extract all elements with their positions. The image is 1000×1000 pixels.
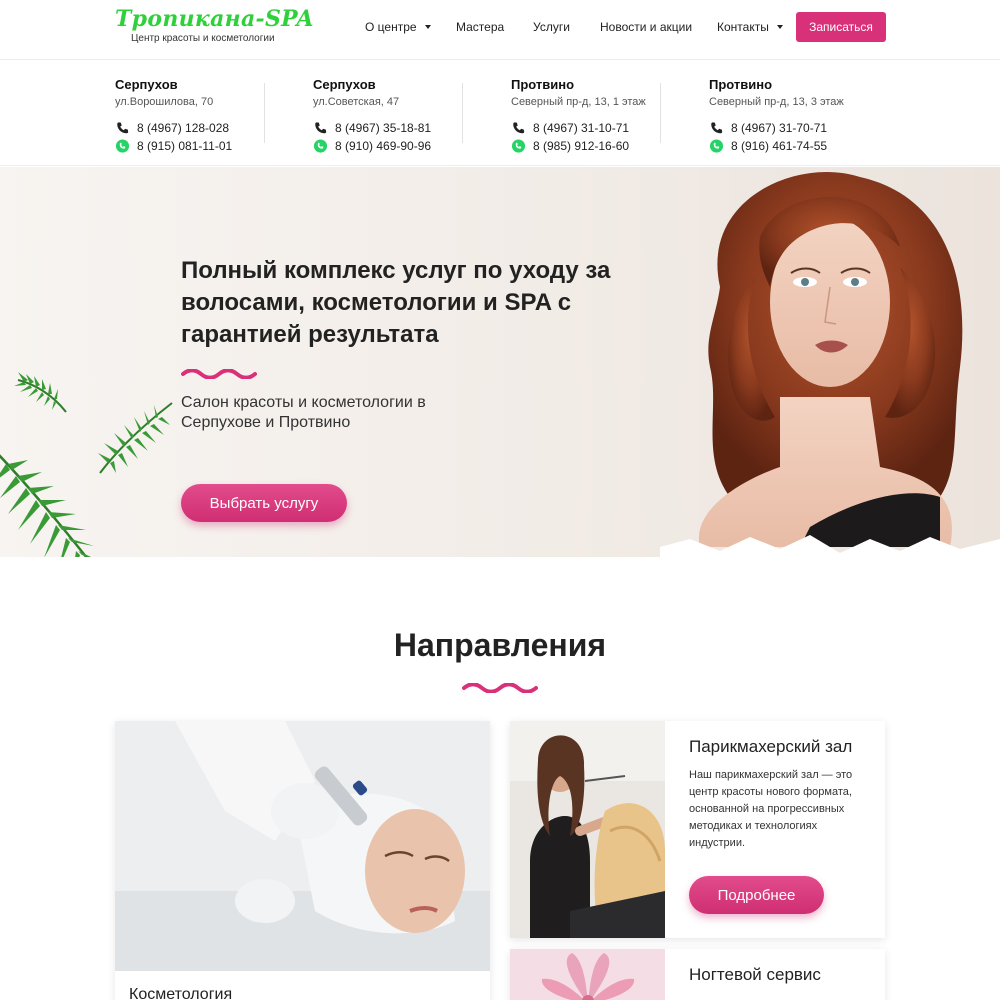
phone-number: 8 (4967) 31-70-71	[731, 121, 828, 135]
divider	[264, 83, 265, 143]
logo[interactable]: Тропикана-SPA Центр красоты и косметолог…	[115, 6, 314, 50]
more-button[interactable]: Подробнее	[689, 876, 824, 914]
whatsapp-icon	[709, 139, 724, 153]
card-description: Наш парикмахерский зал — это центр красо…	[689, 769, 853, 849]
branch-address: Северный пр-д, 13, 1 этаж	[511, 96, 646, 108]
whatsapp-icon	[115, 139, 130, 153]
cosmetology-photo	[115, 721, 490, 971]
whatsapp-number: 8 (985) 912-16-60	[533, 139, 630, 153]
squiggle-divider	[462, 683, 538, 693]
whatsapp-icon	[313, 139, 328, 153]
branch-address: ул.Ворошилова, 70	[115, 96, 214, 108]
branch-card: Серпухов ул.Ворошилова, 70 8 (4967) 128-…	[115, 77, 305, 153]
whatsapp-link[interactable]: 8 (916) 461-74-55	[709, 139, 899, 153]
whatsapp-icon	[511, 139, 526, 153]
divider	[660, 83, 661, 143]
chevron-down-icon	[424, 25, 431, 29]
phone-link[interactable]: 8 (4967) 128-028	[115, 121, 305, 135]
divider	[462, 83, 463, 143]
branch-city: Серпухов	[115, 77, 178, 92]
whatsapp-number: 8 (915) 081-11-01	[137, 139, 233, 153]
whatsapp-link[interactable]: 8 (915) 081-11-01	[115, 139, 305, 153]
phone-icon	[711, 122, 723, 134]
whatsapp-number: 8 (910) 469-90-96	[335, 139, 432, 153]
contacts-strip: Серпухов ул.Ворошилова, 70 8 (4967) 128-…	[0, 61, 1000, 166]
phone-icon	[513, 122, 525, 134]
whatsapp-link[interactable]: 8 (910) 469-90-96	[313, 139, 503, 153]
hero-bottom-edge	[0, 557, 1000, 607]
card-title: Ногтевой сервис	[689, 965, 821, 984]
nav-item-about[interactable]: О центре	[365, 20, 431, 34]
branch-city: Серпухов	[313, 77, 376, 92]
whatsapp-number: 8 (916) 461-74-55	[731, 139, 828, 153]
branch-address: Северный пр-д, 13, 3 этаж	[709, 96, 844, 108]
nav-label: Услуги	[533, 20, 570, 34]
hero-section: Полный комплекс услуг по уходу за волоса…	[0, 167, 1000, 607]
phone-number: 8 (4967) 31-10-71	[533, 121, 630, 135]
phone-link[interactable]: 8 (4967) 31-10-71	[511, 121, 701, 135]
nail-service-card: Ногтевой сервис	[510, 949, 885, 1000]
nav-item-masters[interactable]: Мастера	[456, 20, 504, 34]
hero-portrait-image	[660, 171, 1000, 567]
branch-card: Протвино Северный пр-д, 13, 3 этаж 8 (49…	[709, 77, 899, 153]
cosmetology-card[interactable]: Косметология	[115, 721, 490, 1000]
site-header: Тропикана-SPA Центр красоты и косметолог…	[0, 0, 1000, 60]
branch-address: ул.Советская, 47	[313, 96, 400, 108]
phone-number: 8 (4967) 35-18-81	[335, 121, 432, 135]
nav-item-services[interactable]: Услуги	[533, 20, 570, 34]
nav-label: Контакты	[717, 20, 769, 34]
book-button[interactable]: Записаться	[796, 12, 886, 42]
nav-item-news[interactable]: Новости и акции	[600, 20, 692, 34]
logo-subtitle: Центр красоты и косметологии	[131, 33, 275, 44]
branch-card: Протвино Северный пр-д, 13, 1 этаж 8 (49…	[511, 77, 701, 153]
logo-title: Тропикана-SPA	[115, 6, 314, 32]
nav-item-contacts[interactable]: Контакты	[717, 20, 783, 34]
nav-label: О центре	[365, 20, 417, 34]
whatsapp-link[interactable]: 8 (985) 912-16-60	[511, 139, 701, 153]
branch-card: Серпухов ул.Советская, 47 8 (4967) 35-18…	[313, 77, 503, 153]
nav-label: Новости и акции	[600, 20, 693, 34]
phone-icon	[117, 122, 129, 134]
nav-label: Мастера	[456, 20, 505, 34]
phone-number: 8 (4967) 128-028	[137, 121, 230, 135]
hair-salon-card: Парикмахерский зал Наш парикмахерский за…	[510, 721, 885, 938]
choose-service-button[interactable]: Выбрать услугу	[181, 484, 347, 522]
branch-city: Протвино	[511, 77, 575, 92]
branch-city: Протвино	[709, 77, 773, 92]
squiggle-divider	[181, 369, 257, 379]
hero-title: Полный комплекс услуг по уходу за волоса…	[181, 257, 611, 348]
card-title: Парикмахерский зал	[689, 737, 853, 756]
hero-subtitle: Салон красоты и косметологии в Серпухове…	[181, 394, 426, 431]
palm-leaf-icon	[14, 372, 67, 413]
phone-icon	[315, 122, 327, 134]
phone-link[interactable]: 8 (4967) 35-18-81	[313, 121, 503, 135]
card-title: Косметология	[129, 986, 233, 1000]
nail-service-photo	[510, 949, 665, 1000]
chevron-down-icon	[776, 25, 783, 29]
phone-link[interactable]: 8 (4967) 31-70-71	[709, 121, 899, 135]
section-title: Направления	[393, 627, 607, 663]
hair-salon-photo	[510, 721, 665, 938]
